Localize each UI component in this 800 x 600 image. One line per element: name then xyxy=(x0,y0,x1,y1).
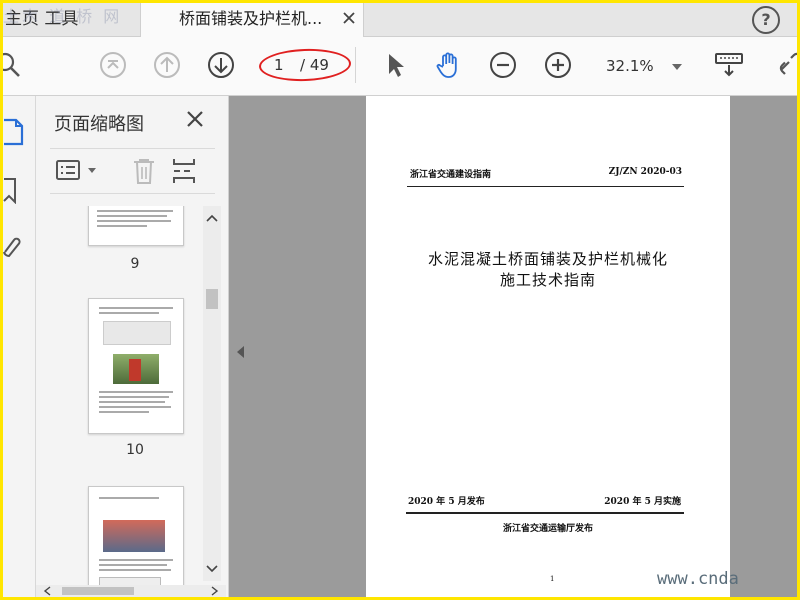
header-rule xyxy=(407,186,684,187)
doc-header-left: 浙江省交通建设指南 xyxy=(410,170,492,180)
thumbnail-panel: 页面缩略图 9 10 xyxy=(36,96,229,597)
publisher: 浙江省交通运输厅发布 xyxy=(502,524,593,534)
doc-title-line1: 水泥混凝土桥面铺装及护栏机械化 xyxy=(427,250,668,268)
panel-toolbar xyxy=(50,148,215,194)
close-panel-icon[interactable] xyxy=(186,110,204,128)
doc-header-right: ZJ/ZN 2020-03 xyxy=(608,167,682,177)
thumbnail-options-icon[interactable] xyxy=(56,160,100,182)
keyboard-scroll-icon[interactable] xyxy=(714,50,744,80)
next-page-icon[interactable] xyxy=(206,50,236,80)
effective-date: 2020 年 5 月实施 xyxy=(604,497,681,507)
site-watermark: www.cnda xyxy=(657,569,739,589)
help-icon[interactable]: ? xyxy=(752,6,780,34)
scroll-up-icon xyxy=(206,214,218,222)
tab-document[interactable]: 桥面铺装及护栏机... xyxy=(140,3,364,37)
thumbnail-page-10[interactable] xyxy=(88,298,184,434)
issue-date: 2020 年 5 月发布 xyxy=(408,497,485,507)
hand-tool-icon[interactable] xyxy=(434,50,464,80)
thumbnail-horizontal-scrollbar[interactable] xyxy=(36,585,226,597)
previous-page-icon[interactable] xyxy=(152,50,182,80)
close-tab-icon[interactable] xyxy=(342,11,356,25)
red-annotation-circle xyxy=(258,47,352,83)
zoom-in-icon[interactable] xyxy=(543,50,573,80)
thumbnail-label: 9 xyxy=(130,256,140,272)
document-page: 浙江省交通建设指南 ZJ/ZN 2020-03 水泥混凝土桥面铺装及护栏机械化 … xyxy=(366,96,730,597)
page-number: 1 xyxy=(550,575,555,583)
watermark-top: 土木 道 桥 网 xyxy=(3,7,123,26)
insert-page-icon[interactable] xyxy=(172,158,196,184)
thumbnail-page-11[interactable] xyxy=(88,486,184,586)
toolbar: 1 / 49 32.1% xyxy=(3,37,797,96)
zoom-level[interactable]: 32.1% xyxy=(606,57,654,75)
page-number-box[interactable]: 1 / 49 xyxy=(258,47,352,83)
thumbnail-scrollbar[interactable] xyxy=(203,206,221,581)
tab-bar: 主页 工具 土木 道 桥 网 桥面铺装及护栏机... ? xyxy=(3,3,797,37)
collapse-panel-icon[interactable] xyxy=(237,346,244,358)
zoom-out-icon[interactable] xyxy=(488,50,518,80)
thumbnail-label: 10 xyxy=(126,442,144,458)
footer-rule xyxy=(406,512,684,514)
scroll-down-icon xyxy=(206,565,218,573)
app-window: 主页 工具 土木 道 桥 网 桥面铺装及护栏机... ? 1 / 49 32.1… xyxy=(3,3,797,597)
attachment-icon[interactable] xyxy=(3,234,21,260)
left-rail xyxy=(3,96,36,597)
thumbnail-list: 9 10 xyxy=(36,206,212,586)
search-icon[interactable] xyxy=(3,50,23,80)
page-thumbnails-icon[interactable] xyxy=(3,118,25,146)
bookmark-icon[interactable] xyxy=(3,178,19,204)
link-icon[interactable] xyxy=(775,50,797,80)
delete-page-icon[interactable] xyxy=(132,158,156,184)
chevron-down-icon[interactable] xyxy=(672,64,682,70)
tab-document-title: 桥面铺装及护栏机... xyxy=(179,9,323,28)
select-tool-icon[interactable] xyxy=(381,50,411,80)
toolbar-divider xyxy=(355,47,356,83)
document-viewer[interactable]: 浙江省交通建设指南 ZJ/ZN 2020-03 水泥混凝土桥面铺装及护栏机械化 … xyxy=(229,96,797,597)
panel-title: 页面缩略图 xyxy=(54,114,144,135)
doc-title-line2: 施工技术指南 xyxy=(499,271,596,289)
thumbnail-page-9[interactable] xyxy=(88,206,184,246)
scrollbar-thumb xyxy=(206,289,218,309)
first-page-icon[interactable] xyxy=(98,50,128,80)
